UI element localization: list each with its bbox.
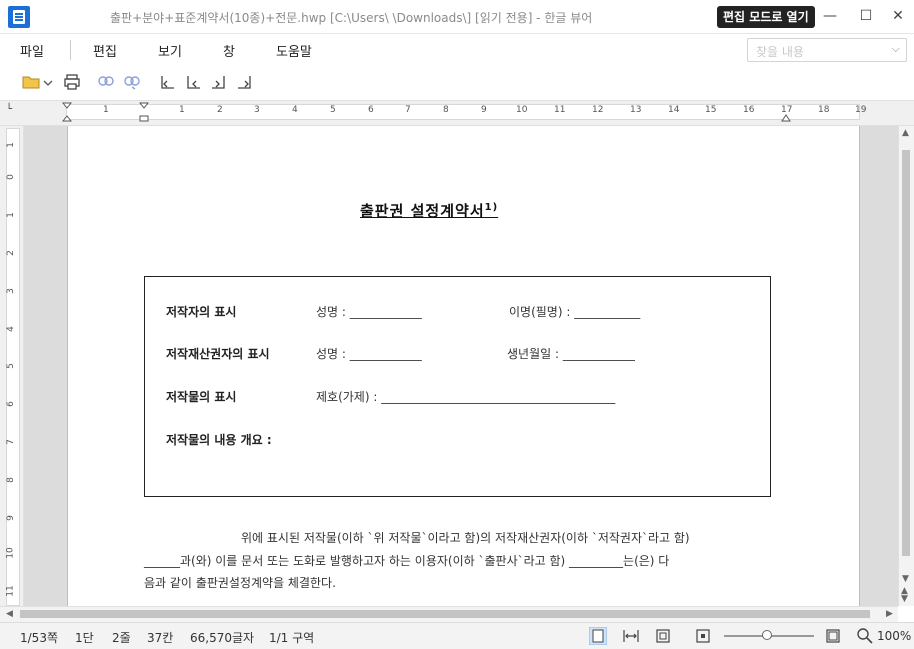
rights-holder-birthdate-field: 생년월일 : ____________ — [507, 347, 635, 361]
ruler-number: 3 — [254, 105, 260, 115]
ruler-number: 4 — [292, 105, 298, 115]
scroll-down-arrow-icon[interactable]: ▼ — [902, 574, 909, 584]
ruler-number: 1 — [179, 105, 185, 115]
next-page-icon[interactable] — [210, 73, 228, 91]
prev-page-icon[interactable] — [184, 73, 202, 91]
actual-size-icon[interactable] — [694, 627, 712, 645]
document-title: 출판권 설정계약서1) — [360, 200, 498, 221]
tab-type-icon[interactable]: └ — [6, 104, 20, 118]
contract-paragraph-line-1: 위에 표시된 저작물(이하 `위 저작물`이라고 함)의 저작재산권자(이하 `… — [241, 531, 690, 545]
ruler-number: 1 — [103, 105, 109, 115]
ruler-number: 6 — [368, 105, 374, 115]
ruler-number: 7 — [5, 439, 16, 445]
horizontal-scroll-thumb[interactable] — [20, 610, 870, 618]
ruler-number: 9 — [481, 105, 487, 115]
ruler-number: 1 — [5, 212, 16, 218]
ruler-number: 14 — [668, 105, 680, 115]
ruler-number: 2 — [5, 250, 16, 256]
ruler-number: 19 — [855, 105, 867, 115]
print-icon[interactable] — [63, 73, 81, 91]
search-placeholder: 찾을 내용 — [756, 45, 804, 59]
ruler-number: 9 — [5, 515, 16, 521]
author-label: 저작자의 표시 — [166, 305, 237, 319]
contract-info-box — [144, 276, 771, 497]
status-char-count: 66,570글자 — [190, 631, 255, 645]
ruler-number: 4 — [5, 326, 16, 332]
author-pen-name-field: 이명(필명) : ___________ — [509, 305, 641, 319]
work-label: 저작물의 표시 — [166, 390, 237, 404]
replace-icon[interactable] — [123, 73, 141, 91]
ruler-number: 7 — [405, 105, 411, 115]
zoom-page-icon[interactable] — [824, 627, 842, 645]
ruler-number: 1 — [5, 142, 16, 148]
first-line-indent-marker-icon[interactable] — [139, 102, 149, 122]
left-indent-marker-icon[interactable] — [62, 102, 72, 122]
window-title: 출판+분야+표준계약서(10종)+전문.hwp [C:\Users\ \Down… — [110, 11, 593, 25]
ruler-number: 16 — [743, 105, 755, 115]
document-title-text: 출판권 설정계약서 — [360, 202, 485, 220]
fit-page-icon[interactable] — [654, 627, 672, 645]
ruler-number: 3 — [5, 288, 16, 294]
menu-help[interactable]: 도움말 — [276, 41, 312, 60]
open-folder-icon[interactable] — [22, 73, 40, 91]
rights-holder-name-field: 성명 : ____________ — [316, 347, 422, 361]
author-name-field: 성명 : ____________ — [316, 305, 422, 319]
search-input[interactable]: 찾을 내용 ⌵ — [747, 38, 907, 62]
open-dropdown-chevron-icon[interactable] — [42, 73, 54, 91]
next-page-scroll-icon[interactable]: ▼ — [901, 594, 908, 604]
find-icon[interactable] — [97, 73, 115, 91]
footnote-marker[interactable]: 1) — [485, 202, 499, 213]
last-page-icon[interactable] — [236, 73, 254, 91]
edit-mode-button[interactable]: 편집 모드로 열기 — [717, 6, 815, 28]
scroll-left-arrow-icon[interactable]: ◀ — [6, 609, 13, 619]
maximize-button[interactable]: ☐ — [858, 8, 874, 24]
contract-paragraph-line-2: ______과(와) 이를 문서 또는 도화로 발행하고자 하는 이용자(이하 … — [144, 554, 670, 568]
menu-file[interactable]: 파일 — [20, 41, 44, 60]
ruler-number: 6 — [5, 401, 16, 407]
ruler-number: 10 — [5, 547, 16, 559]
menu-separator — [70, 40, 71, 60]
menu-edit[interactable]: 편집 — [93, 41, 117, 60]
ruler-number: 18 — [818, 105, 830, 115]
status-cell: 37칸 — [147, 631, 174, 645]
page-view-icon[interactable] — [589, 627, 607, 645]
zoom-level[interactable]: 100% — [877, 629, 911, 643]
menu-window[interactable]: 창 — [223, 41, 235, 60]
minimize-button[interactable]: — — [822, 8, 838, 24]
ruler-number: 0 — [5, 174, 16, 180]
hwp-viewer-app-icon — [8, 6, 30, 28]
ruler-number: 10 — [516, 105, 528, 115]
ruler-number: 12 — [592, 105, 604, 115]
ruler-number: 5 — [330, 105, 336, 115]
horizontal-ruler-strip[interactable] — [66, 104, 860, 120]
status-section: 1/1 구역 — [269, 631, 315, 645]
close-button[interactable]: ✕ — [890, 8, 906, 24]
menu-view[interactable]: 보기 — [158, 41, 182, 60]
chevron-down-icon[interactable]: ⌵ — [892, 42, 900, 56]
rights-holder-label: 저작재산권자의 표시 — [166, 347, 270, 361]
vertical-scroll-thumb[interactable] — [902, 150, 910, 556]
scroll-up-arrow-icon[interactable]: ▲ — [902, 128, 909, 138]
status-page[interactable]: 1/53쪽 — [20, 629, 58, 646]
status-line: 2줄 — [112, 631, 131, 645]
ruler-number: 11 — [5, 585, 16, 597]
ruler-number: 15 — [705, 105, 717, 115]
work-summary-label: 저작물의 내용 개요 : — [166, 433, 272, 447]
ruler-number: 5 — [5, 363, 16, 369]
contract-paragraph-line-3: 음과 같이 출판권설정계약을 체결한다. — [144, 576, 336, 590]
fit-width-icon[interactable] — [622, 627, 640, 645]
ruler-number: 11 — [554, 105, 566, 115]
zoom-slider-knob[interactable] — [762, 630, 772, 640]
ruler-number: 8 — [5, 477, 16, 483]
zoom-magnifier-icon[interactable] — [856, 627, 874, 645]
ruler-number: 13 — [630, 105, 642, 115]
right-indent-marker-icon[interactable] — [781, 112, 791, 122]
work-title-field: 제호(가제) : _______________________________… — [316, 390, 616, 404]
ruler-number: 2 — [217, 105, 223, 115]
ruler-number: 8 — [443, 105, 449, 115]
first-page-icon[interactable] — [158, 73, 176, 91]
scroll-right-arrow-icon[interactable]: ▶ — [886, 609, 893, 619]
status-column: 1단 — [75, 631, 94, 645]
